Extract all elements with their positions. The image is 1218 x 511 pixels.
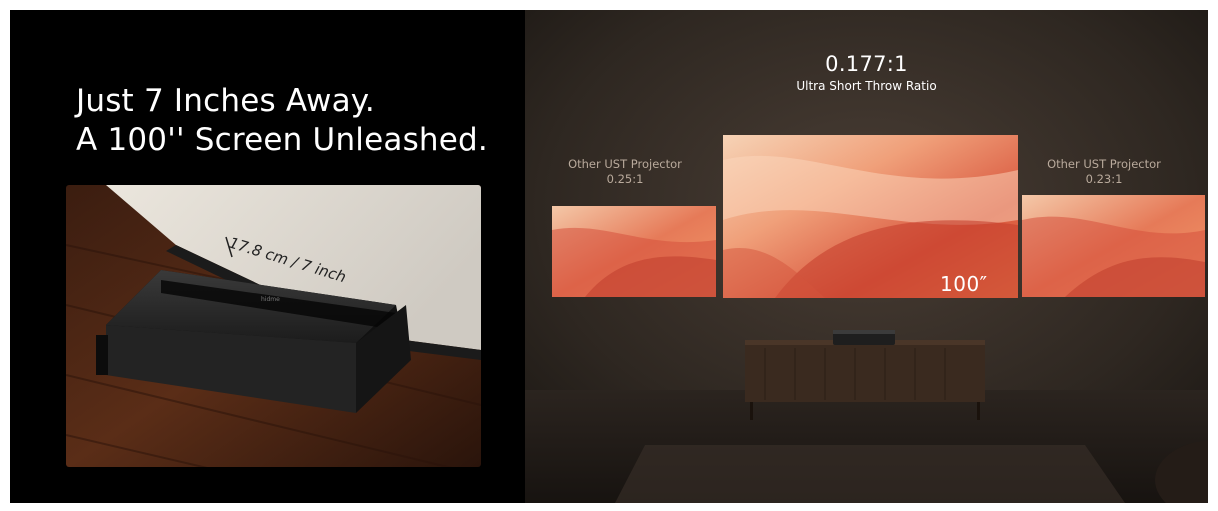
headline-line-1: Just 7 Inches Away. bbox=[76, 83, 375, 119]
center-throw-ratio: 0.177:1 bbox=[825, 52, 908, 76]
right-screen bbox=[1022, 195, 1205, 297]
left-screen bbox=[552, 206, 716, 297]
center-ratio-heading: 0.177:1 Ultra Short Throw Ratio bbox=[525, 52, 1208, 93]
right-projector-label: Other UST Projector 0.23:1 bbox=[1014, 157, 1194, 187]
headline: Just 7 Inches Away. A 100'' Screen Unlea… bbox=[76, 82, 488, 160]
left-projector-label: Other UST Projector 0.25:1 bbox=[535, 157, 715, 187]
screen-size-label: 100″ bbox=[940, 272, 988, 296]
projector-photo: 17.8 cm / 7 inch hidme bbox=[66, 185, 481, 467]
projector-unit bbox=[833, 330, 895, 345]
left-projector-ratio: 0.25:1 bbox=[606, 172, 644, 186]
promo-banner: Just 7 Inches Away. A 100'' Screen Unlea… bbox=[10, 10, 1208, 503]
center-ratio-label: Ultra Short Throw Ratio bbox=[796, 79, 937, 93]
left-panel: Just 7 Inches Away. A 100'' Screen Unlea… bbox=[10, 10, 525, 503]
brand-mark: hidme bbox=[261, 296, 280, 303]
right-projector-name: Other UST Projector bbox=[1047, 157, 1161, 171]
headline-line-2: A 100'' Screen Unleashed. bbox=[76, 122, 488, 158]
right-projector-ratio: 0.23:1 bbox=[1085, 172, 1123, 186]
left-projector-name: Other UST Projector bbox=[568, 157, 682, 171]
